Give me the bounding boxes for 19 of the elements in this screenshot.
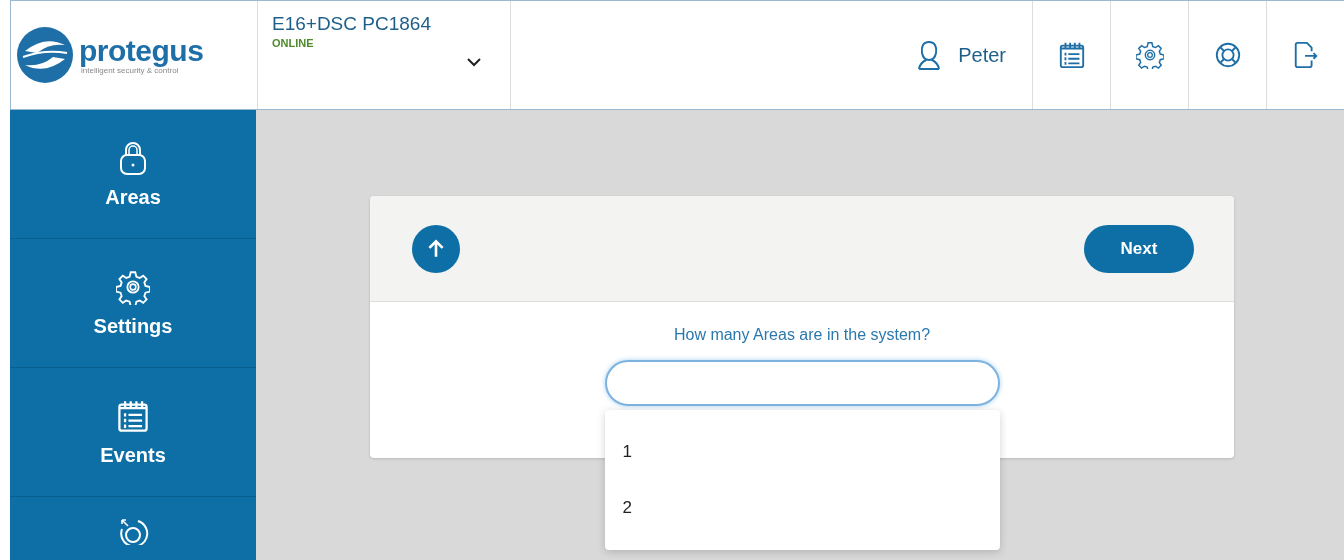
sidebar-label: Settings xyxy=(93,314,173,338)
device-name: E16+DSC PC1864 xyxy=(272,13,431,35)
logo-wordmark: protegus xyxy=(79,35,204,66)
user-name[interactable]: Peter xyxy=(958,43,1006,67)
settings-icon[interactable] xyxy=(1135,41,1164,69)
calendar-list-icon[interactable] xyxy=(1057,41,1086,69)
logo-icon xyxy=(15,25,75,85)
answer-field[interactable] xyxy=(604,360,1000,406)
chevron-down-icon[interactable] xyxy=(466,57,482,67)
device-status: ONLINE xyxy=(272,37,315,49)
next-button[interactable]: Next xyxy=(1084,224,1194,273)
up-button[interactable] xyxy=(412,224,460,273)
sidebar-label: Areas xyxy=(105,185,161,209)
lifebuoy-icon[interactable] xyxy=(1213,41,1242,69)
dropdown-option[interactable]: 2 xyxy=(604,480,1000,536)
sidebar-label: Events xyxy=(100,443,166,467)
settings-icon xyxy=(116,268,150,305)
dropdown-option[interactable]: 1 xyxy=(604,424,1000,480)
question-text: How many Areas are in the system? xyxy=(673,326,931,344)
